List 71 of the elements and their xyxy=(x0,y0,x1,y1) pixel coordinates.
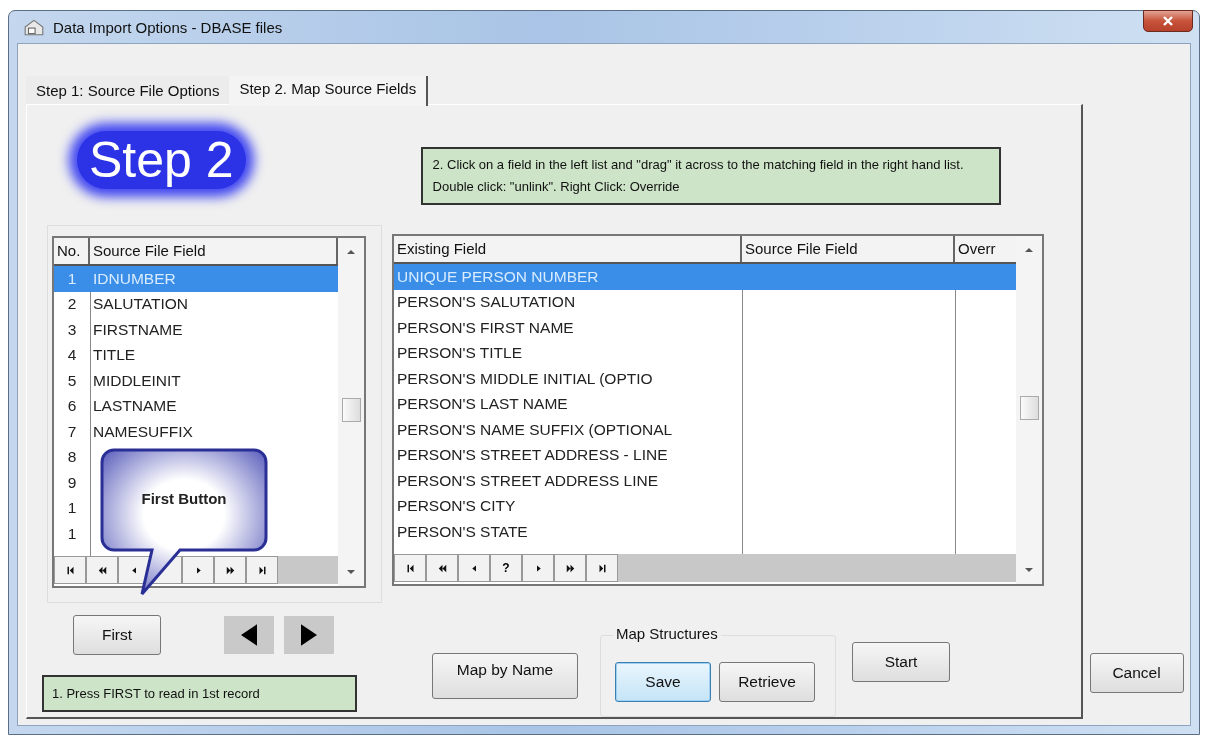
table-cell-text: 1 xyxy=(66,499,78,518)
last-icon xyxy=(257,565,267,575)
right-arrow-icon xyxy=(301,624,317,646)
start-button[interactable]: Start xyxy=(852,642,950,682)
next-page-icon xyxy=(225,565,235,575)
table-cell-text: LASTNAME xyxy=(92,397,178,416)
table-cell-text: PERSON'S STATE xyxy=(396,522,529,541)
table-cell-text: 7 xyxy=(66,422,78,441)
tab[interactable]: Step 1: Source File Options xyxy=(26,76,230,104)
column-header[interactable]: Source File Field xyxy=(742,236,955,262)
column-header[interactable]: Existing Field xyxy=(394,236,742,262)
prev-page-icon xyxy=(97,565,107,575)
next-button[interactable] xyxy=(284,616,334,654)
scrollbar[interactable] xyxy=(1016,236,1042,584)
prev-icon xyxy=(129,565,139,575)
table-cell-text: PERSON'S CITY xyxy=(396,497,517,516)
table-cell-text: PERSON'S STREET ADDRESS LINE xyxy=(396,471,660,490)
previous-button[interactable] xyxy=(224,616,274,654)
existing-field-list[interactable] xyxy=(392,234,1044,586)
tab[interactable]: Step 2. Map Source Fields xyxy=(229,76,429,106)
prev-icon xyxy=(469,563,479,573)
prev-page-icon xyxy=(437,563,447,573)
table-cell-text: 5 xyxy=(66,371,78,390)
app-icon xyxy=(23,18,45,36)
left-arrow-icon xyxy=(241,624,257,646)
structure-button[interactable]: Retrieve xyxy=(719,662,815,702)
first-icon xyxy=(405,563,415,573)
cancel-button[interactable]: Cancel xyxy=(1089,653,1184,693)
table-cell-text: 9 xyxy=(66,473,78,492)
nav-button[interactable] xyxy=(426,554,458,582)
table-cell-text: 2 xyxy=(66,295,78,314)
table-cell-text: FIRSTNAME xyxy=(92,320,184,339)
last-icon xyxy=(597,563,607,573)
table-cell-text: 6 xyxy=(66,397,78,416)
table-cell-text: 4 xyxy=(66,346,78,365)
instructions-note: 2. Click on a field in the left list and "drag" it across to the matching field in the right hand list. Double click: "unlink". Right Click: Override xyxy=(420,147,1001,205)
column-header[interactable]: No. xyxy=(54,238,90,264)
nav-button[interactable]: ? xyxy=(490,554,522,582)
table-cell-text: PERSON'S NAME SUFFIX (OPTIONAL xyxy=(396,420,674,439)
table-cell-text: MIDDLEINIT xyxy=(92,371,182,390)
table-cell-text: SALUTATION xyxy=(92,295,190,314)
next-page-icon xyxy=(565,563,575,573)
table-cell-text: 1 xyxy=(66,269,78,288)
table-cell-text: PERSON'S SALUTATION xyxy=(396,293,577,312)
first-button[interactable]: First xyxy=(73,615,161,655)
nav-button[interactable] xyxy=(214,556,246,584)
table-cell-text: IDNUMBER xyxy=(92,269,177,288)
instruction-note: 1. Press FIRST to read in 1st record xyxy=(42,675,357,712)
callout: First Button xyxy=(100,448,270,598)
table-cell-text: 1 xyxy=(66,524,78,543)
column-header[interactable]: Overr xyxy=(955,236,1016,262)
table-cell-text: PERSON'S FIRST NAME xyxy=(396,318,575,337)
window-title: Data Import Options - DBASE files xyxy=(53,18,283,36)
table-cell-text: 3 xyxy=(66,320,78,339)
structure-button[interactable]: Save xyxy=(615,662,711,702)
table-cell-text: 8 xyxy=(66,448,78,467)
table-cell-text: PERSON'S TITLE xyxy=(396,344,523,363)
nav-button[interactable] xyxy=(86,556,118,584)
table-cell-text: NAMESUFFIX xyxy=(92,422,194,441)
table-cell-text: PERSON'S STREET ADDRESS - LINE xyxy=(396,446,669,465)
close-button[interactable] xyxy=(1143,10,1193,32)
map-by-name-button[interactable]: Map by Name xyxy=(432,653,578,699)
first-icon xyxy=(65,565,75,575)
table-cell-text: UNIQUE PERSON NUMBER xyxy=(396,267,600,286)
nav-button[interactable] xyxy=(554,554,586,582)
step-heading: Step 2 xyxy=(77,131,246,189)
table-cell-text: PERSON'S LAST NAME xyxy=(396,395,569,414)
close-icon xyxy=(1162,15,1174,27)
scrollbar[interactable] xyxy=(338,238,364,586)
table-cell-text: PERSON'S MIDDLE INITIAL (OPTIO xyxy=(396,369,654,388)
table-cell-text: TITLE xyxy=(92,346,137,365)
